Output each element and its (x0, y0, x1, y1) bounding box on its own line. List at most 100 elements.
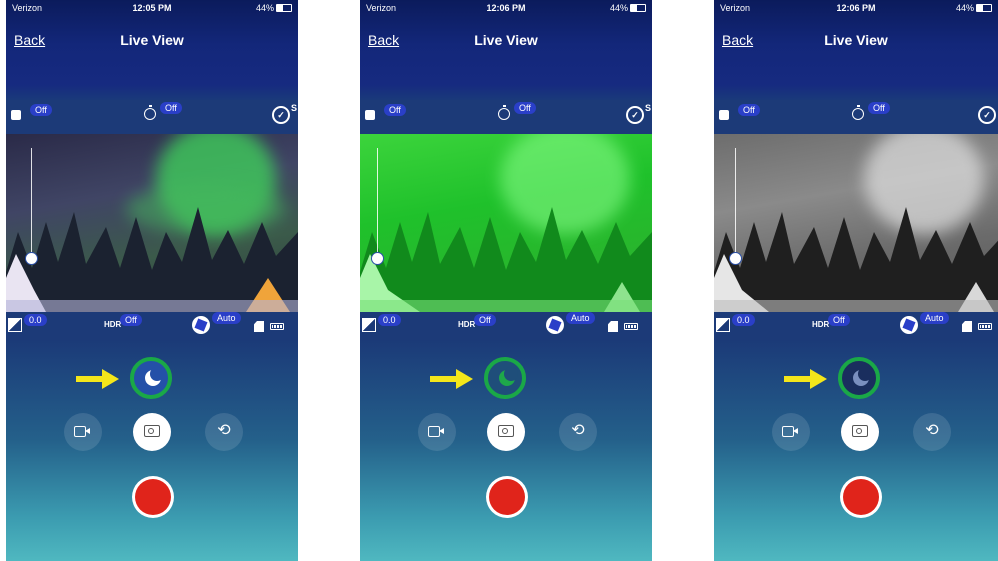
zoom-slider-knob[interactable] (729, 252, 742, 265)
ev-badge: 0.0 (732, 314, 755, 326)
treeline (714, 207, 998, 312)
zoom-slider-knob[interactable] (371, 252, 384, 265)
hdr-badge: Off (120, 314, 142, 326)
moon-icon: #phone-2 .moon::after{background:#1f4e7a… (499, 367, 518, 386)
ev-icon[interactable] (8, 318, 22, 332)
scene-letter: S (290, 103, 297, 113)
loop-mode-button[interactable]: ⟲ (913, 413, 951, 451)
loop-icon: ⟲ (925, 422, 939, 439)
battery-indicator: 44% (610, 3, 646, 13)
phone-screen-3: Verizon 12:06 PM 44% Back Live View Off … (714, 0, 998, 561)
bottom-control-bar (714, 312, 998, 340)
hdr-label[interactable]: HDR (812, 320, 829, 329)
video-icon (782, 426, 798, 437)
zoom-slider-track[interactable] (735, 148, 736, 260)
moon-icon: #phone-1 .moon::after{background:#2450a8… (145, 367, 164, 386)
hdr-badge: Off (828, 314, 850, 326)
status-time: 12:05 PM (132, 3, 172, 13)
square-icon[interactable] (11, 110, 21, 120)
battery-indicator: 44% (956, 3, 992, 13)
phone-screen-2: Verizon 12:06 PM 44% Back Live View Off … (360, 0, 652, 561)
video-icon (74, 426, 90, 437)
battery-percent: 44% (255, 3, 274, 13)
scene-icon[interactable]: ✓ (272, 106, 290, 124)
square-badge: Off (738, 104, 760, 116)
battery-icon (630, 4, 646, 12)
scene-letter: S (644, 103, 651, 113)
timer-icon[interactable] (144, 105, 156, 120)
live-preview (6, 134, 298, 312)
square-badge: Off (384, 104, 406, 116)
status-bar: Verizon 12:05 PM 44% (6, 0, 298, 18)
camera-battery-icon (978, 323, 992, 330)
zoom-slider-knob[interactable] (25, 252, 38, 265)
square-icon[interactable] (365, 110, 375, 120)
photo-mode-button[interactable] (133, 413, 171, 451)
hdr-label[interactable]: HDR (104, 320, 121, 329)
video-mode-button[interactable] (772, 413, 810, 451)
night-vision-button[interactable]: #phone-1 .moon::after{background:#2450a8… (130, 357, 172, 399)
timer-icon[interactable] (498, 105, 510, 120)
loop-mode-button[interactable]: ⟲ (559, 413, 597, 451)
camera-icon (144, 425, 160, 437)
square-icon[interactable] (719, 110, 729, 120)
hdr-badge: Off (474, 314, 496, 326)
battery-indicator: 44% (256, 3, 292, 13)
live-preview (360, 134, 652, 312)
camera-battery-icon (270, 323, 284, 330)
zoom-slider-track[interactable] (377, 148, 378, 260)
page-title: Live View (120, 32, 184, 48)
aperture-badge: Auto (920, 312, 949, 324)
aperture-icon[interactable] (900, 316, 918, 334)
photo-mode-button[interactable] (841, 413, 879, 451)
moon-icon: #phone-3 .moon::after{background:#1a2e5e… (853, 367, 872, 386)
video-mode-button[interactable] (64, 413, 102, 451)
nav-bar: Back Live View (360, 24, 652, 60)
scene-icon[interactable]: ✓ (978, 106, 996, 124)
loop-icon: ⟲ (571, 422, 585, 439)
scene-icon[interactable]: ✓ (626, 106, 644, 124)
night-vision-button[interactable]: #phone-3 .moon::after{background:#1a2e5e… (838, 357, 880, 399)
loop-mode-button[interactable]: ⟲ (205, 413, 243, 451)
hdr-label[interactable]: HDR (458, 320, 475, 329)
phone-screen-1: Verizon 12:05 PM 44% Back Live View Off … (6, 0, 298, 561)
aperture-icon[interactable] (192, 316, 210, 334)
timer-icon[interactable] (852, 105, 864, 120)
camera-battery-icon (624, 323, 638, 330)
timer-badge: Off (514, 102, 536, 114)
timer-badge: Off (868, 102, 890, 114)
status-time: 12:06 PM (486, 3, 526, 13)
page-title: Live View (824, 32, 888, 48)
battery-icon (976, 4, 992, 12)
nav-bar: Back Live View (6, 24, 298, 60)
battery-percent: 44% (609, 3, 628, 13)
ev-badge: 0.0 (378, 314, 401, 326)
treeline (360, 207, 652, 312)
ev-badge: 0.0 (24, 314, 47, 326)
aperture-badge: Auto (566, 312, 595, 324)
aperture-badge: Auto (212, 312, 241, 324)
live-preview (714, 134, 998, 312)
night-vision-button[interactable]: #phone-2 .moon::after{background:#1f4e7a… (484, 357, 526, 399)
status-bar: Verizon 12:06 PM 44% (360, 0, 652, 18)
camera-icon (852, 425, 868, 437)
record-button[interactable] (840, 476, 882, 518)
arrow-icon (430, 369, 473, 389)
timer-badge: Off (160, 102, 182, 114)
video-mode-button[interactable] (418, 413, 456, 451)
battery-percent: 44% (955, 3, 974, 13)
record-button[interactable] (132, 476, 174, 518)
ev-icon[interactable] (362, 318, 376, 332)
page-title: Live View (474, 32, 538, 48)
aperture-icon[interactable] (546, 316, 564, 334)
treeline (6, 207, 298, 312)
arrow-icon (76, 369, 119, 389)
photo-mode-button[interactable] (487, 413, 525, 451)
record-button[interactable] (486, 476, 528, 518)
video-icon (428, 426, 444, 437)
ev-icon[interactable] (716, 318, 730, 332)
arrow-icon (784, 369, 827, 389)
zoom-slider-track[interactable] (31, 148, 32, 260)
battery-icon (276, 4, 292, 12)
square-badge: Off (30, 104, 52, 116)
